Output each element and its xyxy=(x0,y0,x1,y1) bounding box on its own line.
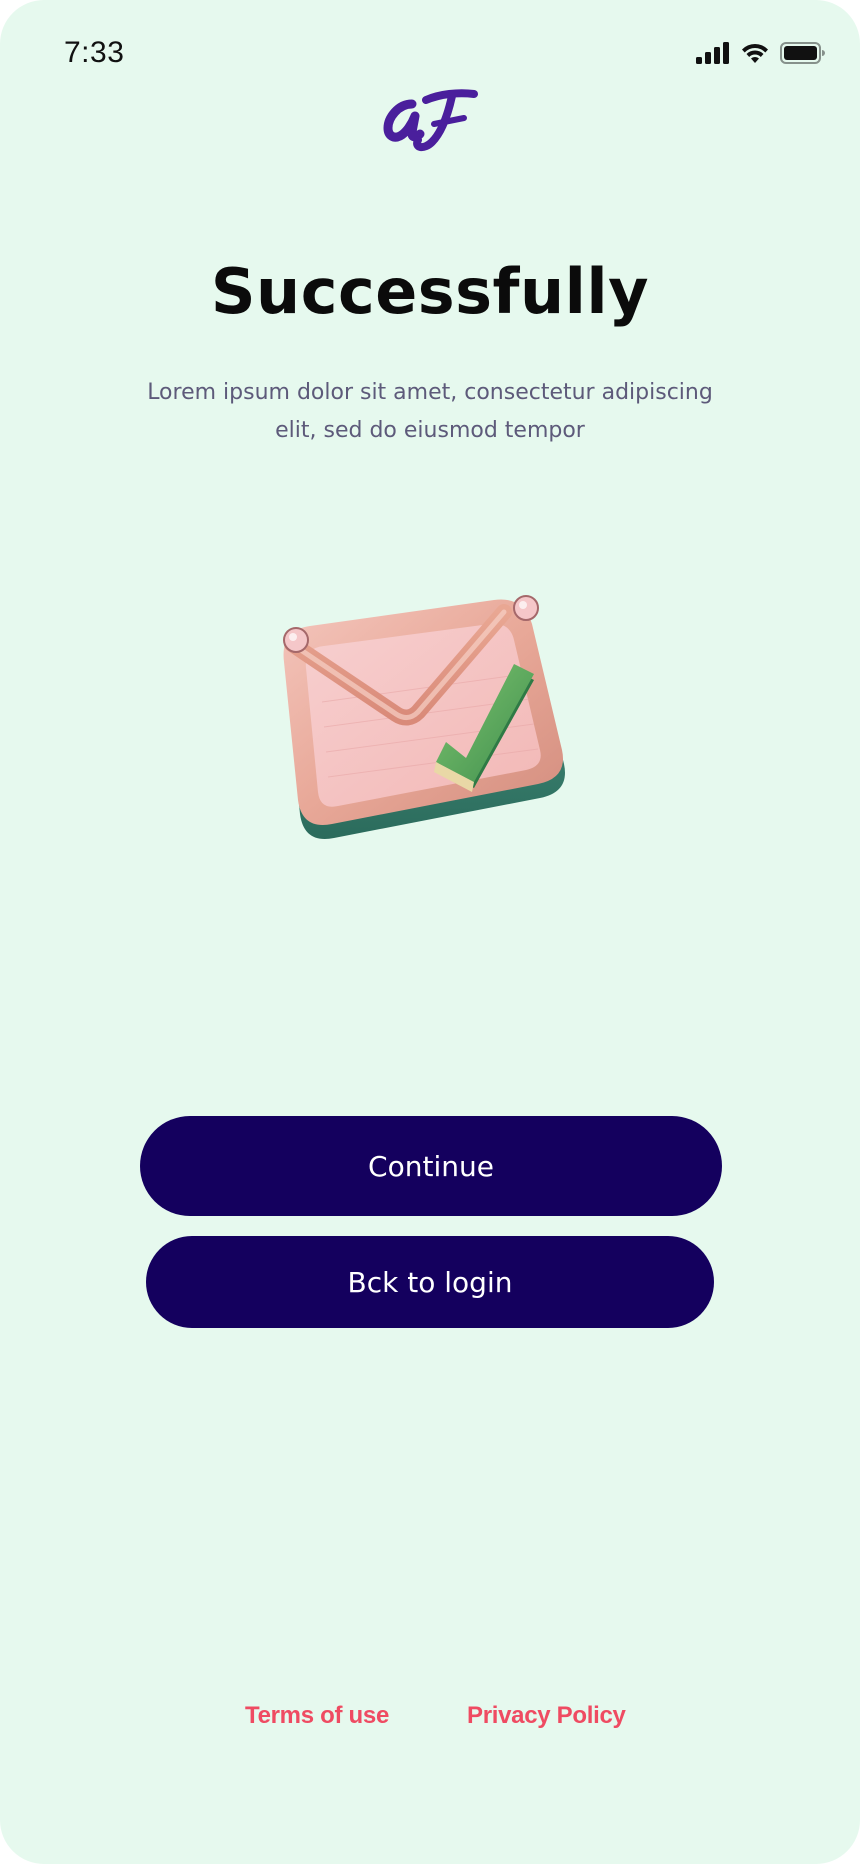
mail-check-icon xyxy=(262,582,612,856)
back-to-login-button[interactable]: Bck to login xyxy=(146,1236,714,1328)
page-title: Successfully xyxy=(210,255,650,328)
terms-of-use-link[interactable]: Terms of use xyxy=(245,1702,389,1730)
page-subtitle: Lorem ipsum dolor sit amet, consectetur … xyxy=(147,380,713,443)
status-time: 7:33 xyxy=(64,36,125,69)
battery-icon xyxy=(780,42,826,68)
signal-icon xyxy=(696,42,730,68)
status-icons xyxy=(696,42,826,68)
wifi-icon xyxy=(740,42,770,68)
success-screen: 7:33 Successfully Lorem ipsum dolor sit … xyxy=(0,0,860,1864)
continue-button[interactable]: Continue xyxy=(140,1116,722,1216)
brand-logo xyxy=(382,84,482,156)
privacy-policy-link[interactable]: Privacy Policy xyxy=(467,1702,626,1730)
